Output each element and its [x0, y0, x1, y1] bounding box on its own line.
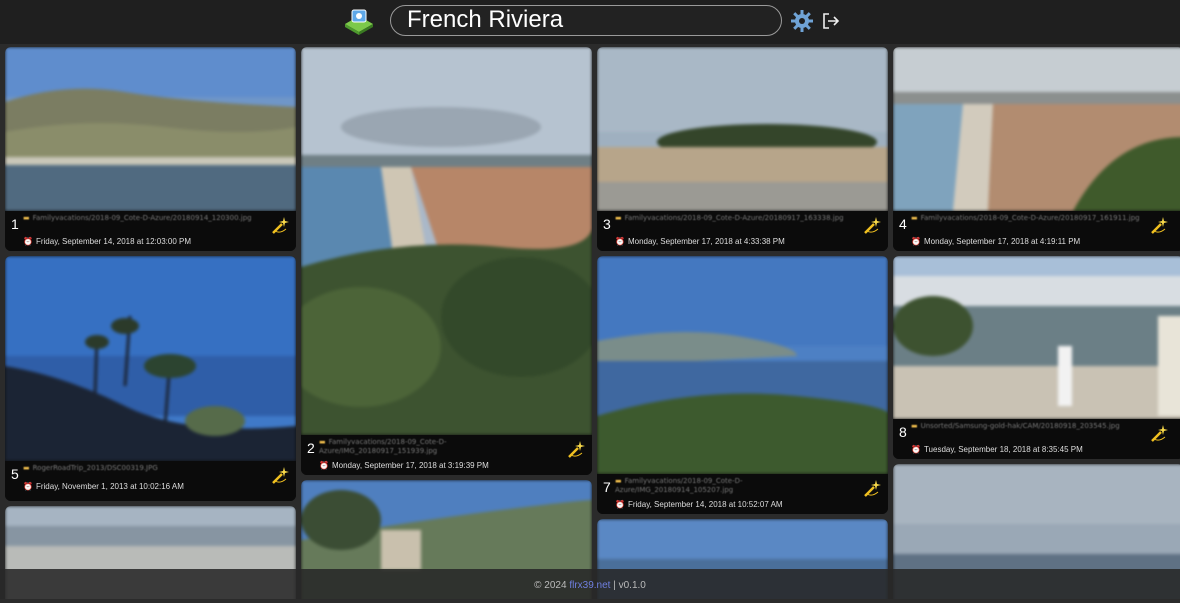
photo-card[interactable]: 1 ▬ Familyvacations/2018-09_Cote-D-Azure/…	[5, 47, 296, 251]
alarm-clock-icon: ⏰	[911, 445, 921, 454]
photo-album-icon[interactable]	[343, 6, 375, 36]
footer-version: v0.1.0	[618, 580, 646, 591]
photo-path: Familyvacations/2018-09_Cote-D-Azure/IMG…	[615, 477, 743, 494]
photo-caption: 1 ▬ Familyvacations/2018-09_Cote-D-Azure/…	[5, 211, 296, 251]
folder-icon: ▬	[615, 214, 622, 222]
alarm-clock-icon: ⏰	[23, 482, 33, 491]
photo-path: Familyvacations/2018-09_Cote-D-Azure/201…	[32, 214, 252, 222]
photo-path: Familyvacations/2018-09_Cote-D-Azure/201…	[624, 214, 844, 222]
photo-thumbnail[interactable]	[5, 256, 296, 461]
photo-date: Monday, September 17, 2018 at 3:19:39 PM	[331, 461, 489, 470]
photo-path: Familyvacations/2018-09_Cote-D-Azure/201…	[920, 214, 1140, 222]
photo-caption: 2 ▬ Familyvacations/2018-09_Cote-D-Azure/…	[301, 435, 592, 475]
photo-card[interactable]: 8 ▬ Unsorted/Samsung-gold-hak/CAM/2018091…	[893, 256, 1180, 459]
photo-thumbnail[interactable]	[5, 47, 296, 211]
folder-icon: ▬	[23, 464, 30, 472]
folder-icon: ▬	[911, 214, 918, 222]
photo-caption: 8 ▬ Unsorted/Samsung-gold-hak/CAM/2018091…	[893, 419, 1180, 459]
magic-wand-icon[interactable]	[270, 216, 290, 236]
photo-caption: 3 ▬ Familyvacations/2018-09_Cote-D-Azure/…	[597, 211, 888, 251]
photo-thumbnail[interactable]	[301, 47, 592, 435]
photo-path: Familyvacations/2018-09_Cote-D-Azure/IMG…	[319, 438, 447, 455]
alarm-clock-icon: ⏰	[911, 237, 921, 246]
photo-thumbnail[interactable]	[597, 256, 888, 474]
gear-icon[interactable]	[790, 9, 814, 33]
photo-grid: 1 ▬ Familyvacations/2018-09_Cote-D-Azure/…	[0, 44, 1180, 599]
photo-date: Friday, November 1, 2013 at 10:02:16 AM	[35, 482, 184, 491]
photo-path: Unsorted/Samsung-gold-hak/CAM/20180918_2…	[920, 422, 1120, 430]
photo-card[interactable]: 7 ▬ Familyvacations/2018-09_Cote-D-Azure/…	[597, 256, 888, 514]
folder-icon: ▬	[911, 422, 918, 430]
album-title-field[interactable]: French Riviera	[390, 5, 782, 36]
photo-number: 7	[603, 479, 611, 495]
alarm-clock-icon: ⏰	[615, 237, 625, 246]
footer-copyright: © 2024	[534, 580, 567, 591]
alarm-clock-icon: ⏰	[319, 461, 329, 470]
alarm-clock-icon: ⏰	[615, 500, 625, 509]
photo-number: 3	[603, 216, 611, 232]
photo-card[interactable]: 5 ▬ RogerRoadTrip_2013/DSC00319.JPG ⏰ Frid…	[5, 256, 296, 501]
magic-wand-icon[interactable]	[1149, 424, 1169, 444]
photo-thumbnail[interactable]	[893, 47, 1180, 211]
photo-path: RogerRoadTrip_2013/DSC00319.JPG	[32, 464, 158, 472]
photo-number: 2	[307, 440, 315, 456]
folder-icon: ▬	[615, 477, 622, 485]
photo-thumbnail[interactable]	[597, 47, 888, 211]
photo-card[interactable]: 2 ▬ Familyvacations/2018-09_Cote-D-Azure/…	[301, 47, 592, 475]
photo-card[interactable]: 3 ▬ Familyvacations/2018-09_Cote-D-Azure/…	[597, 47, 888, 251]
magic-wand-icon[interactable]	[1149, 216, 1169, 236]
photo-date: Friday, September 14, 2018 at 10:52:07 A…	[627, 500, 783, 509]
photo-date: Friday, September 14, 2018 at 12:03:00 P…	[35, 237, 192, 246]
photo-number: 5	[11, 466, 19, 482]
footer-site-link[interactable]: flrx39.net	[569, 580, 610, 591]
magic-wand-icon[interactable]	[862, 479, 882, 499]
folder-icon: ▬	[23, 214, 30, 222]
photo-number: 4	[899, 216, 907, 232]
logout-icon[interactable]	[822, 12, 840, 30]
page-footer: © 2024 flrx39.net | v0.1.0	[0, 569, 1180, 599]
photo-thumbnail[interactable]	[893, 256, 1180, 419]
photo-caption: 4 ▬ Familyvacations/2018-09_Cote-D-Azure/…	[893, 211, 1180, 251]
magic-wand-icon[interactable]	[566, 440, 586, 460]
photo-caption: 7 ▬ Familyvacations/2018-09_Cote-D-Azure/…	[597, 474, 888, 514]
photo-card[interactable]: 4 ▬ Familyvacations/2018-09_Cote-D-Azure/…	[893, 47, 1180, 251]
photo-date: Tuesday, September 18, 2018 at 8:35:45 P…	[923, 445, 1083, 454]
photo-caption: 5 ▬ RogerRoadTrip_2013/DSC00319.JPG ⏰ Frid…	[5, 461, 296, 501]
photo-number: 8	[899, 424, 907, 440]
footer-separator: |	[613, 580, 616, 591]
photo-number: 1	[11, 216, 19, 232]
app-header: French Riviera	[0, 0, 1180, 44]
magic-wand-icon[interactable]	[862, 216, 882, 236]
alarm-clock-icon: ⏰	[23, 237, 33, 246]
photo-date: Monday, September 17, 2018 at 4:19:11 PM	[923, 237, 1081, 246]
magic-wand-icon[interactable]	[270, 466, 290, 486]
photo-date: Monday, September 17, 2018 at 4:33:38 PM	[627, 237, 785, 246]
folder-icon: ▬	[319, 438, 326, 446]
